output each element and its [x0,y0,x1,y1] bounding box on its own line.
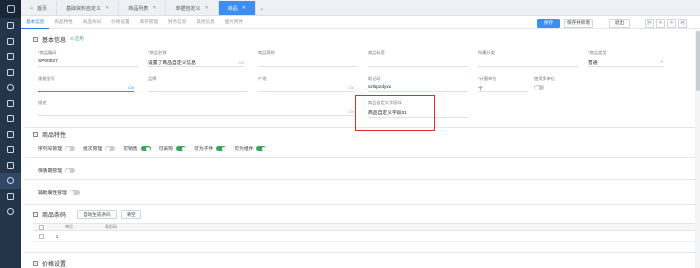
switch-purchasable[interactable]: 可采购 [159,145,187,152]
features-row-2: 保质期管理 [38,167,80,174]
field-category[interactable]: 所属分类 [478,50,578,67]
field-code[interactable]: *商品编码 SP00027 [38,50,138,67]
warehouse-icon[interactable] [0,65,21,81]
switch-serial[interactable]: 序列号管理 [38,145,75,152]
field-origin[interactable]: 产地 CN [258,76,354,92]
sidebar [0,0,21,268]
close-icon[interactable]: ✕ [152,5,156,11]
table-header: 单位 条形码 [33,223,695,231]
tab-basic-custom[interactable]: 基础资料自定义 ✕ [57,1,120,15]
dashboard-icon[interactable] [0,18,21,34]
tab-bar: ⌂ 首页 基础资料自定义 ✕ 商品列表 ✕ 单据自定义 ✕ 商品 ✕ ⌄ [21,0,700,16]
grid-icon[interactable] [0,189,21,205]
subtab-features[interactable]: 商品特性 [49,16,77,29]
features-row-3: 辅助属性管理 [38,189,85,196]
app-logo [0,0,21,18]
toolbar: 基本信息 商品特性 商品条码 价格设置 库存管理 财务信息 其他信息 图片附件 … [21,16,700,29]
field-spec[interactable]: 规格型号 CN [38,76,134,92]
gear-icon[interactable] [0,173,21,189]
close-icon[interactable]: ✕ [242,5,246,11]
field-desc[interactable]: 描述 CN [38,100,354,116]
last-record-button[interactable]: >| [678,18,687,28]
home-icon: ⌂ [30,5,34,11]
subtab-price[interactable]: 价格设置 [106,16,134,29]
multi-unit-toggle[interactable] [534,85,544,91]
collapse-icon[interactable]: − [33,260,38,266]
price-section-header[interactable]: − 价格设置 [33,258,66,268]
row-checkbox[interactable] [38,233,44,239]
prev-record-button[interactable]: < [656,18,665,28]
finance-icon[interactable] [0,80,21,96]
collapse-icon[interactable]: − [33,211,38,217]
clear-button[interactable]: 清空 [121,210,141,219]
field-name[interactable]: *商品名称 设置了商品自定义信息 CN [148,50,244,67]
features-row-1: 序列号管理 批次管理 可销售 可采购 可为子件 可为组件 [38,145,271,152]
document-icon[interactable] [0,127,21,143]
tab-product-list[interactable]: 商品列表 ✕ [119,1,167,15]
purchase-icon[interactable] [0,34,21,50]
switch-shelf-life[interactable]: 保质期管理 [38,167,75,174]
switch-component[interactable]: 可为组件 [234,145,267,152]
status-badge: ⊙ 启用 [70,36,84,41]
exit-button[interactable]: 退出 [609,18,630,28]
sales-icon[interactable] [0,49,21,65]
switch-sellable[interactable]: 可销售 [123,145,151,152]
field-multi-unit[interactable]: 使用多单位 [534,76,574,92]
field-tag[interactable]: 商品标签 [368,50,468,67]
cash-icon[interactable] [0,111,21,127]
subtab-images[interactable]: 图片附件 [220,16,248,29]
basic-section-header[interactable]: − 基本信息 ⊙ 启用 [33,34,84,44]
save-button[interactable]: 保存 [537,18,560,28]
switch-aux-attr[interactable]: 辅助属性管理 [38,189,80,196]
save-new-button[interactable]: 保存并新增 [564,18,593,28]
subtab-inventory[interactable]: 库存管理 [135,16,163,29]
close-icon[interactable]: ✕ [205,5,209,11]
report-icon[interactable] [0,96,21,112]
subtab-basic[interactable]: 基本信息 [21,16,50,29]
chart-icon[interactable] [0,142,21,158]
subtab-other[interactable]: 其他信息 [191,16,219,29]
chat-icon[interactable] [0,204,21,220]
barcode-section-header[interactable]: − 商品条码 [33,209,66,219]
next-record-button[interactable]: > [667,18,676,28]
select-all-checkbox[interactable] [38,224,44,230]
chevron-down-icon[interactable]: ⌄ [660,58,664,64]
collapse-icon[interactable]: − [33,36,38,42]
form-content: − 基本信息 ⊙ 启用 *商品编码 SP00027 *商品名称 设置了商品自定义… [21,30,700,268]
field-type[interactable]: *商品类型 普通 ⌄ [588,50,664,67]
tab-home[interactable]: ⌂ 首页 [21,1,58,15]
chevron-down-icon[interactable]: ⌄ [256,1,268,15]
barcode-table: 单位 条形码 1 [33,223,695,242]
tab-product[interactable]: 商品 ✕ [218,1,256,15]
switch-subpart[interactable]: 可为子件 [194,145,227,152]
field-brand[interactable]: 品牌 [148,76,248,92]
field-mnemonic[interactable]: 助记码 szlspzdyxx [368,76,468,92]
auto-barcode-button[interactable]: 自动生成条码 [77,210,117,219]
switch-batch[interactable]: 批次管理 [83,145,116,152]
subtab-finance[interactable]: 财务信息 [163,16,191,29]
scrollbar-thumb[interactable] [695,31,700,91]
table-row[interactable]: 1 [33,231,695,242]
first-record-button[interactable]: |< [645,18,654,28]
field-short-name[interactable]: 商品简称 [258,50,358,67]
layers-icon[interactable] [0,158,21,174]
collapse-icon[interactable]: − [33,131,38,137]
tab-doc-custom[interactable]: 单据自定义 ✕ [166,1,219,15]
subtab-barcode[interactable]: 商品条码 [78,16,106,29]
highlight-box [355,95,435,131]
close-icon[interactable]: ✕ [105,5,109,11]
field-unit[interactable]: *计量单位 个 [478,76,528,92]
features-section-header[interactable]: − 商品特性 [33,129,66,139]
